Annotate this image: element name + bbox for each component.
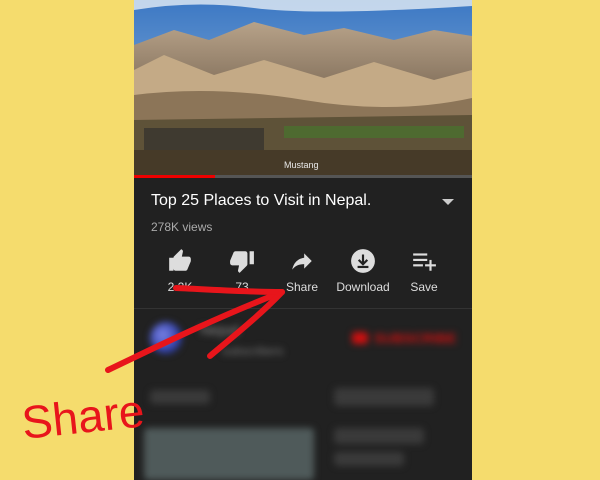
blurred-thumbnail <box>144 428 314 480</box>
share-annotation-text: Share <box>19 384 147 449</box>
download-icon <box>351 249 375 273</box>
blurred-text <box>334 452 404 466</box>
thumbs-down-icon <box>230 251 254 273</box>
share-button[interactable]: Share <box>271 248 333 294</box>
blurred-channel-area: Nepal subscribers SUBSCRIBE <box>134 310 472 480</box>
subscriber-count: subscribers <box>222 344 284 358</box>
like-count: 2.2K <box>167 280 193 294</box>
blurred-toggle <box>334 388 434 406</box>
video-thumbnail-landscape <box>134 0 472 178</box>
view-count: 278K views <box>151 220 213 234</box>
blurred-text <box>150 390 210 404</box>
channel-name[interactable]: Nepal <box>200 322 239 339</box>
save-label: Save <box>410 280 438 294</box>
video-progress-fill <box>134 175 216 178</box>
divider <box>134 308 472 309</box>
share-label: Share <box>285 280 319 294</box>
youtube-logo-icon <box>352 332 368 344</box>
video-progress-bar[interactable] <box>134 175 472 178</box>
save-button[interactable]: Save <box>393 248 455 294</box>
thumbs-up-icon <box>169 249 191 271</box>
download-button[interactable]: Download <box>332 248 394 294</box>
video-location-caption: Mustang <box>284 160 319 170</box>
video-title: Top 25 Places to Visit in Nepal. <box>151 192 372 209</box>
like-button[interactable]: 2.2K <box>149 248 211 294</box>
youtube-app-screen: Mustang Top 25 Places to Visit in Nepal.… <box>134 0 472 480</box>
playlist-add-icon <box>413 253 436 271</box>
download-label: Download <box>336 280 390 294</box>
channel-avatar[interactable] <box>150 322 182 354</box>
dislike-button[interactable]: 73 <box>211 248 273 294</box>
subscribe-button[interactable]: SUBSCRIBE <box>374 330 456 346</box>
chevron-down-icon[interactable] <box>438 192 458 212</box>
action-bar: 2.2K 73 Share Download Save <box>134 248 472 298</box>
share-arrow-icon <box>292 253 312 270</box>
blurred-text <box>334 428 424 444</box>
dislike-count: 73 <box>235 280 249 294</box>
video-player[interactable]: Mustang <box>134 0 472 178</box>
